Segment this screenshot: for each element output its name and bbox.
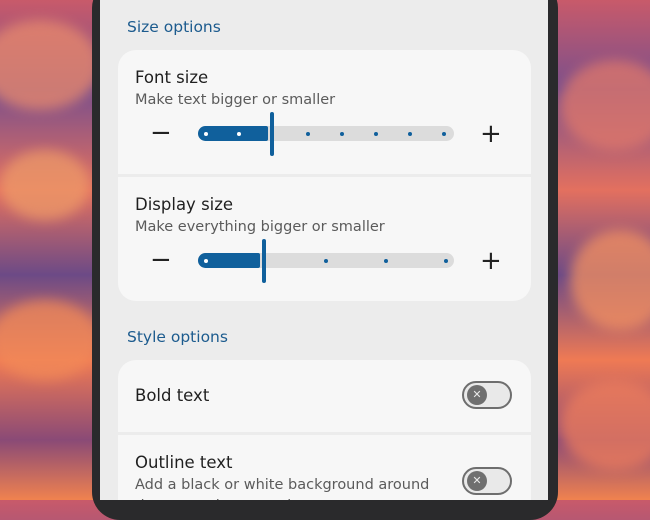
bold-text-toggle[interactable]: ✕ — [462, 381, 512, 409]
outline-text-toggle[interactable]: ✕ — [462, 467, 512, 495]
display-size-subtitle: Make everything bigger or smaller — [135, 219, 385, 235]
wallpaper-cloud — [0, 20, 100, 110]
font-size-step-dot — [442, 131, 446, 136]
bold-text-title: Bold text — [135, 386, 210, 405]
font-size-step-dot — [374, 131, 378, 136]
display-size-increase-button[interactable]: + — [480, 248, 502, 274]
font-size-slider[interactable] — [198, 126, 454, 141]
display-size-title: Display size — [135, 195, 234, 214]
display-size-slider-thumb[interactable] — [262, 239, 266, 283]
display-size-step-dot — [384, 258, 388, 263]
wallpaper-cloud — [0, 300, 100, 380]
wallpaper-cloud — [0, 150, 90, 220]
display-size-card: Display size Make everything bigger or s… — [118, 177, 531, 301]
outline-text-subtitle: Add a black or white background around t… — [135, 477, 430, 500]
font-size-card: Font size Make text bigger or smaller − … — [118, 50, 531, 174]
font-size-step-dot — [237, 131, 241, 136]
wallpaper-cloud — [570, 230, 650, 330]
style-options-header: Style options — [127, 328, 228, 346]
size-options-header: Size options — [127, 18, 221, 36]
font-size-title: Font size — [135, 68, 209, 87]
toggle-off-icon: ✕ — [467, 471, 487, 491]
font-size-slider-thumb[interactable] — [270, 112, 274, 156]
outline-text-row[interactable]: Outline text Add a black or white backgr… — [118, 435, 531, 500]
display-size-step-dot — [204, 258, 208, 263]
display-size-step-dot — [324, 258, 328, 263]
outline-text-title: Outline text — [135, 453, 233, 472]
wallpaper-cloud — [560, 60, 650, 150]
style-options-card-group: Bold text ✕ Outline text Add a black or … — [118, 360, 531, 500]
font-size-slider-fill — [198, 126, 268, 141]
bold-text-row[interactable]: Bold text ✕ — [118, 360, 531, 432]
settings-screen: Size options Font size Make text bigger … — [100, 0, 548, 500]
size-options-card-group: Font size Make text bigger or smaller − … — [118, 50, 531, 301]
font-size-increase-button[interactable]: + — [480, 121, 502, 147]
display-size-step-dot — [444, 258, 448, 263]
font-size-step-dot — [306, 131, 310, 136]
display-size-decrease-button[interactable]: − — [150, 247, 172, 273]
display-size-slider[interactable] — [198, 253, 454, 268]
font-size-step-dot — [408, 131, 412, 136]
font-size-step-dot — [204, 131, 208, 136]
wallpaper-cloud — [560, 380, 650, 470]
toggle-off-icon: ✕ — [467, 385, 487, 405]
font-size-decrease-button[interactable]: − — [150, 120, 172, 146]
font-size-step-dot — [340, 131, 344, 136]
font-size-subtitle: Make text bigger or smaller — [135, 92, 336, 108]
